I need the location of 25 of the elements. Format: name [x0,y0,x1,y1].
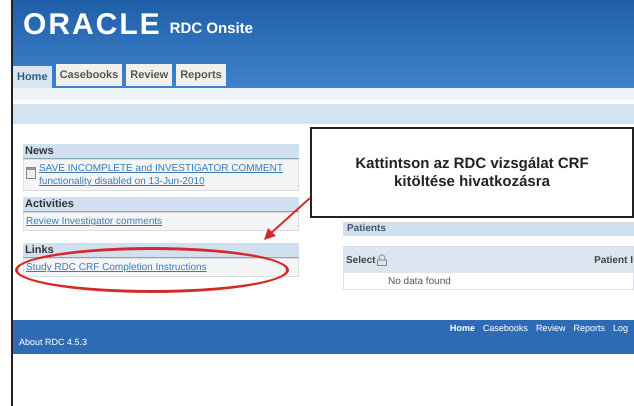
footer-link[interactable]: Casebooks [482,322,528,336]
link[interactable]: Study RDC CRF Completion Instructions [26,261,207,274]
panel-header: News [23,144,299,159]
logo: ORACLE [23,10,162,40]
tab[interactable]: Home [13,66,52,88]
empty-message: No data found [388,274,451,288]
document-icon [26,167,36,179]
link[interactable]: Review Investigator comments [26,215,162,228]
column-header: Patient I [594,254,633,268]
panel-header: Activities [23,197,299,212]
lock-icon [377,254,388,266]
version-text: About RDC 4.5.3 [19,336,88,348]
callout-text: Kattintson az RDC vizsgálat CRF kitöltése hivatkozásra [354,154,590,190]
panel-header: Patients [343,222,634,236]
footer-link[interactable]: Review [536,322,566,336]
product-name: RDC Onsite [170,18,254,38]
arrow-icon [262,196,312,242]
tab[interactable]: Casebooks [56,64,122,86]
footer-link[interactable]: Reports [573,322,605,336]
tab[interactable]: Reports [176,64,226,86]
link[interactable]: SAVE INCOMPLETE and INVESTIGATOR COMMENT functionality disabled on 13-Jun-2010 [39,162,289,188]
footer-link[interactable]: Log [612,322,628,336]
column-header: Select [345,254,376,268]
tab[interactable]: Review [126,64,172,86]
footer-link[interactable]: Home [450,322,475,336]
